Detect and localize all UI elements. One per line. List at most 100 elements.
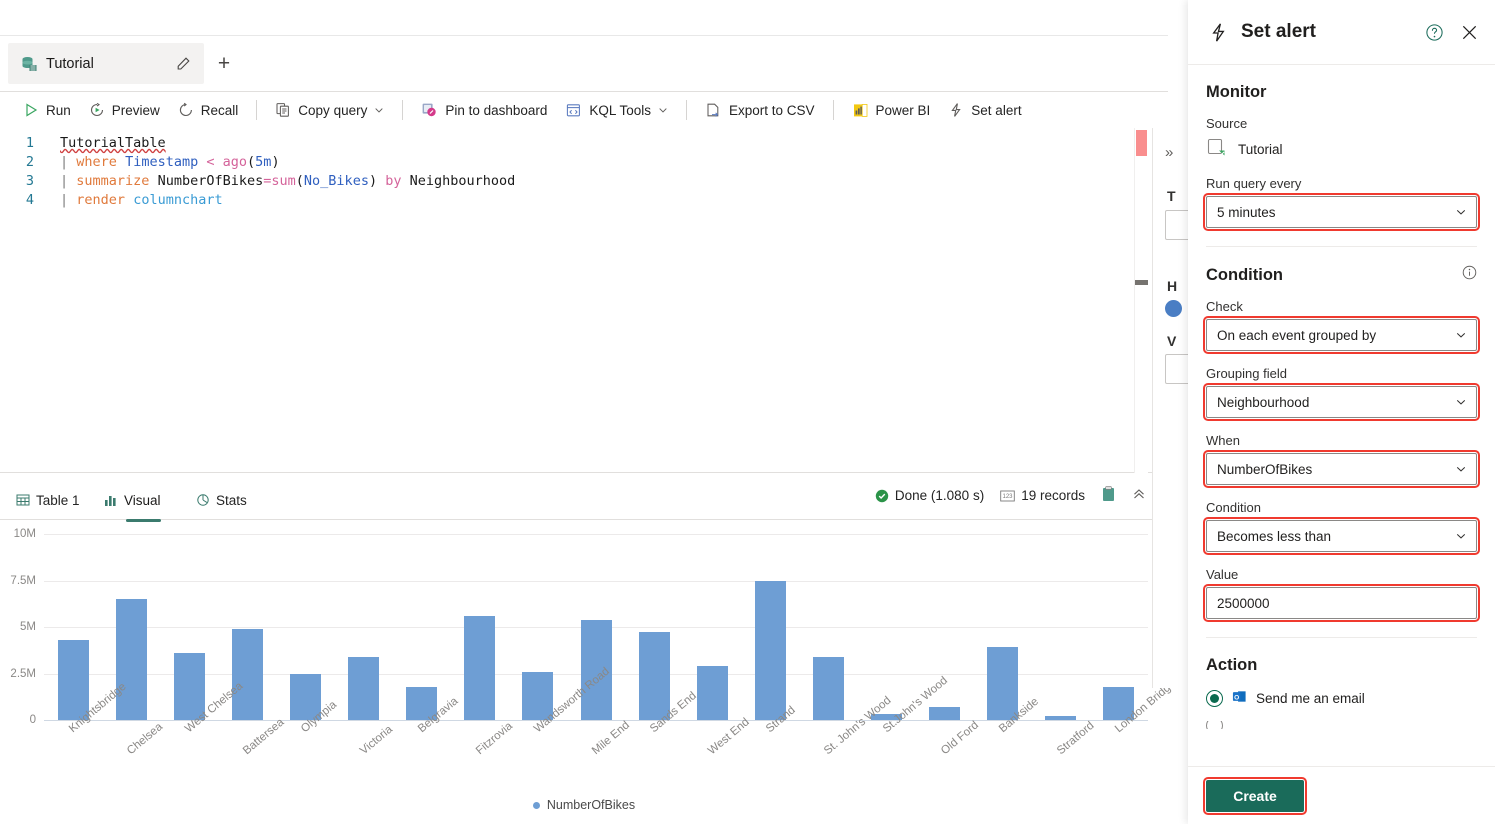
preview-label: Preview bbox=[112, 103, 160, 118]
copy-query-button[interactable]: Copy query bbox=[266, 96, 393, 124]
code-token-neighbourhood: Neighbourhood bbox=[410, 173, 516, 189]
ghost-label-title: T bbox=[1167, 188, 1176, 204]
code-token-paren: ( bbox=[296, 173, 304, 189]
action-second-option[interactable] bbox=[1206, 721, 1477, 729]
chevron-down-icon bbox=[1456, 207, 1466, 217]
section-divider-1 bbox=[1206, 246, 1477, 247]
svg-text:123: 123 bbox=[1003, 494, 1014, 500]
power-bi-button[interactable]: Power BI bbox=[843, 96, 940, 124]
editor-error-marker bbox=[1136, 130, 1147, 156]
run-button[interactable]: Run bbox=[14, 96, 80, 124]
tab-tutorial[interactable]: Tutorial bbox=[8, 43, 204, 84]
ghost-label-vertical: V bbox=[1167, 333, 1176, 349]
chart-y-tick-label: 7.5M bbox=[10, 575, 36, 587]
chart-bar[interactable] bbox=[755, 581, 786, 721]
chart-bar[interactable] bbox=[697, 666, 728, 720]
pin-to-dashboard-button[interactable]: Pin to dashboard bbox=[412, 96, 556, 124]
tab-visual[interactable]: Visual bbox=[104, 484, 161, 516]
chart-bar[interactable] bbox=[348, 657, 379, 720]
set-alert-button[interactable]: Set alert bbox=[939, 96, 1030, 124]
condition-dropdown[interactable]: Becomes less than bbox=[1206, 520, 1477, 552]
grouping-field-label: Grouping field bbox=[1206, 366, 1477, 381]
clipboard-icon[interactable] bbox=[1101, 486, 1116, 505]
line-number: 2 bbox=[0, 153, 46, 172]
value-label: Value bbox=[1206, 567, 1477, 582]
action-email-option[interactable]: O Send me an email bbox=[1206, 689, 1477, 707]
code-token-paren: ) bbox=[369, 173, 377, 189]
chart-baseline bbox=[44, 720, 1148, 721]
radio-selected[interactable] bbox=[1206, 690, 1223, 707]
export-to-csv-button[interactable]: Export to CSV bbox=[696, 96, 824, 124]
alert-panel-body: Monitor Source Tutorial Run query every … bbox=[1188, 65, 1495, 765]
ghost-radio[interactable] bbox=[1165, 300, 1182, 317]
copy-query-label: Copy query bbox=[298, 103, 367, 118]
chart-bar[interactable] bbox=[639, 632, 670, 720]
results-panel: Table 1 Visual Stats Done (1.080 s) 123 … bbox=[0, 474, 1168, 824]
expand-chevrons-icon[interactable]: » bbox=[1165, 144, 1173, 161]
number-123-icon: 123 bbox=[1000, 490, 1015, 502]
code-token-render: render bbox=[76, 192, 125, 208]
chart-y-tick-label: 0 bbox=[30, 714, 36, 726]
chart-bar[interactable] bbox=[929, 707, 960, 720]
code-token-paren: ( bbox=[247, 154, 255, 170]
chart-bar[interactable] bbox=[232, 629, 263, 720]
code-line-2: | where Timestamp < ago(5m) bbox=[60, 153, 280, 172]
code-token-5m: 5m bbox=[255, 154, 271, 170]
chart-bar[interactable] bbox=[116, 599, 147, 720]
radio-unselected[interactable] bbox=[1206, 721, 1223, 729]
chevron-up-double-icon[interactable] bbox=[1132, 487, 1146, 504]
check-value: On each event grouped by bbox=[1217, 328, 1456, 343]
chart-bar[interactable] bbox=[464, 616, 495, 720]
code-token-nobikes: No_Bikes bbox=[304, 173, 369, 189]
grouping-field-dropdown[interactable]: Neighbourhood bbox=[1206, 386, 1477, 418]
plus-icon[interactable]: + bbox=[210, 49, 238, 77]
toolbar-divider-1 bbox=[256, 100, 257, 120]
action-email-label: Send me an email bbox=[1256, 691, 1365, 706]
close-icon[interactable] bbox=[1457, 20, 1481, 44]
chart-bar[interactable] bbox=[58, 640, 89, 720]
pencil-icon[interactable] bbox=[170, 51, 196, 77]
ghost-label-horizontal: H bbox=[1167, 278, 1177, 294]
toolbar-divider-3 bbox=[686, 100, 687, 120]
chart-x-tick-label: Chelsea bbox=[125, 721, 165, 757]
chart-bar[interactable] bbox=[987, 647, 1018, 720]
code-token-by: by bbox=[385, 173, 401, 189]
code-token-paren: ) bbox=[271, 154, 279, 170]
value-input-text: 2500000 bbox=[1217, 596, 1466, 611]
run-query-every-value: 5 minutes bbox=[1217, 205, 1456, 220]
editor-scroll-thumb[interactable] bbox=[1135, 280, 1148, 285]
chart-gridline bbox=[44, 581, 1148, 582]
set-alert-panel: Set alert Monitor Source Tutorial Run qu… bbox=[1188, 0, 1495, 824]
create-button[interactable]: Create bbox=[1206, 780, 1304, 812]
code-token-summarize: summarize bbox=[76, 173, 149, 189]
chart-plot-area: 02.5M5M7.5M10M bbox=[44, 534, 1148, 720]
chart-x-tick-label: Victoria bbox=[358, 723, 395, 757]
code-token-ago: ago bbox=[223, 154, 247, 170]
run-query-every-dropdown[interactable]: 5 minutes bbox=[1206, 196, 1477, 228]
value-input[interactable]: 2500000 bbox=[1206, 587, 1477, 619]
query-editor[interactable]: 1 2 3 4 TutorialTable | where Timestamp … bbox=[0, 128, 1168, 473]
preview-button[interactable]: Preview bbox=[80, 96, 169, 124]
info-circle-icon[interactable] bbox=[1462, 265, 1477, 285]
monitor-heading: Monitor bbox=[1206, 83, 1477, 102]
tab-stats[interactable]: Stats bbox=[196, 484, 247, 516]
when-label: When bbox=[1206, 433, 1477, 448]
when-dropdown[interactable]: NumberOfBikes bbox=[1206, 453, 1477, 485]
help-circle-icon[interactable] bbox=[1422, 20, 1446, 44]
top-strip bbox=[0, 0, 1168, 36]
chart-y-tick-label: 10M bbox=[14, 528, 36, 540]
recall-button[interactable]: Recall bbox=[169, 96, 248, 124]
kql-tools-button[interactable]: KQL Tools bbox=[556, 96, 677, 124]
set-alert-label: Set alert bbox=[971, 103, 1021, 118]
line-number: 3 bbox=[0, 172, 46, 191]
chart-y-tick-label: 5M bbox=[20, 621, 36, 633]
section-divider-2 bbox=[1206, 637, 1477, 638]
code-token-lt: < bbox=[206, 154, 214, 170]
tab-table-1[interactable]: Table 1 bbox=[16, 484, 80, 516]
check-dropdown[interactable]: On each event grouped by bbox=[1206, 319, 1477, 351]
chart-bar[interactable] bbox=[813, 657, 844, 720]
tab-bar: Tutorial + bbox=[0, 37, 1168, 92]
pin-to-dashboard-label: Pin to dashboard bbox=[445, 103, 547, 118]
editor-scrollbar[interactable] bbox=[1134, 128, 1148, 473]
action-heading-text: Action bbox=[1206, 656, 1257, 675]
